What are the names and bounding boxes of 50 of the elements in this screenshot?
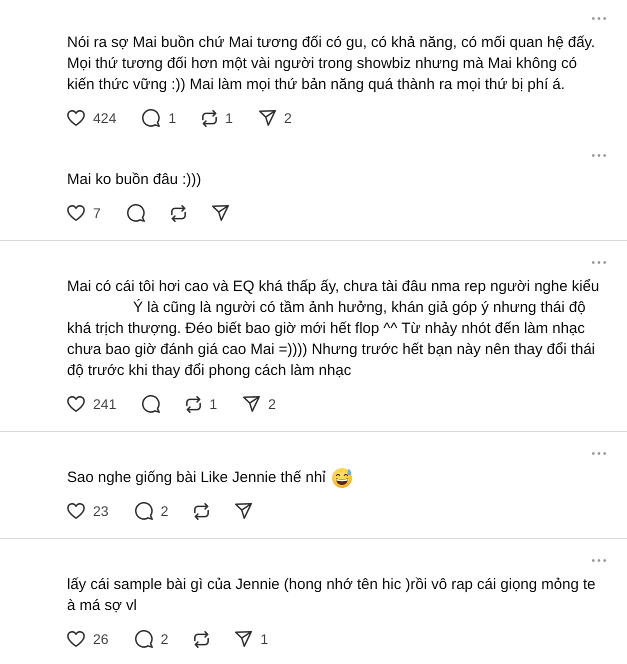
post-text: Nói ra sợ Mai buồn chứ Mai tương đối có gu, có khả năng, có mối quan hệ đấy. Mọi thứ tương đối hơn một vài người trong showbiz nhưng mà Mai không có kiến thức vững :)) Mai làm mọi thứ bản năng quá thành ra mọi thứ bị phí á. — [67, 33, 596, 95]
heart-icon — [67, 503, 85, 519]
paper-plane-icon — [258, 110, 276, 126]
repeat-arrows-icon — [194, 630, 210, 648]
more-icon[interactable] — [592, 260, 606, 264]
repost-button[interactable] — [194, 502, 210, 520]
share-button[interactable] — [212, 205, 229, 221]
like-button[interactable]: 23 — [67, 502, 109, 520]
speech-bubble-icon — [142, 395, 160, 413]
repeat-arrows-icon — [202, 110, 218, 126]
repost-button[interactable]: 1 — [186, 395, 218, 413]
heart-icon — [67, 396, 85, 412]
like-button[interactable]: 424 — [67, 109, 116, 127]
repeat-arrows-icon — [170, 204, 186, 222]
more-icon[interactable] — [592, 16, 606, 20]
reply-button[interactable] — [142, 395, 160, 413]
more-icon[interactable] — [592, 154, 606, 156]
reply-button[interactable] — [126, 204, 145, 222]
repost-button[interactable] — [194, 630, 210, 648]
speech-bubble-icon — [126, 204, 145, 222]
reply-button[interactable]: 1 — [142, 109, 176, 127]
repost-button[interactable]: 1 — [202, 109, 233, 127]
more-icon[interactable] — [592, 452, 606, 454]
post-text: Mai ko buồn đâu :))) — [67, 170, 202, 190]
share-button[interactable]: 2 — [243, 395, 276, 413]
paper-plane-icon — [243, 396, 260, 412]
repost-button[interactable] — [170, 204, 186, 222]
speech-bubble-icon — [134, 502, 153, 520]
like-button[interactable]: 241 — [67, 395, 116, 413]
like-button[interactable]: 26 — [67, 630, 109, 648]
speech-bubble-icon — [142, 109, 160, 127]
speech-bubble-icon — [134, 630, 153, 648]
share-button[interactable]: 2 — [258, 109, 292, 127]
paper-plane-icon — [235, 631, 252, 647]
heart-icon — [67, 631, 85, 647]
reply-button[interactable]: 2 — [134, 502, 168, 520]
like-button[interactable]: 7 — [67, 204, 101, 222]
repeat-arrows-icon — [186, 396, 202, 412]
repeat-arrows-icon — [194, 502, 210, 520]
heart-icon — [67, 110, 85, 126]
post-text: Mai có cái tôi hơi cao và EQ khá thấp ấy, chưa tài đâu nma rep người nghe kiểu Ý là cũng là người có tầm ảnh hưởng, khán giả góp ý nhưng thái độ khá trịch thượng. Đéo biết bao giờ mới hết flop ^^ Từ nhảy nhót đến làm nhạc chưa bao giờ đánh giá cao Mai =)))) Nhưng trước hết bạn này nên thay đổi thái độ trước khi thay đổi phong cách làm nhạc — [67, 277, 600, 381]
heart-icon — [67, 205, 85, 221]
post-text: lấy cái sample bài gì của Jennie (hong nhớ tên hic )rồi vô rap cái giọng mỏng te à má sợ vl — [67, 575, 596, 616]
share-button[interactable] — [235, 503, 252, 519]
paper-plane-icon — [212, 205, 229, 221]
paper-plane-icon — [235, 503, 252, 519]
share-button[interactable]: 1 — [235, 630, 268, 648]
post-text: Sao nghe giống bài Like Jennie thế nhỉ — [67, 468, 326, 488]
more-icon[interactable] — [592, 558, 606, 562]
reply-button[interactable]: 2 — [134, 630, 168, 648]
